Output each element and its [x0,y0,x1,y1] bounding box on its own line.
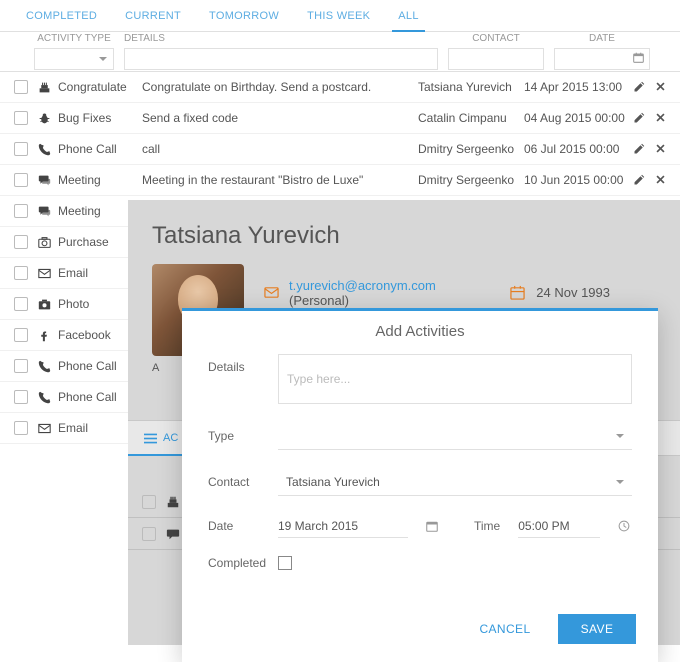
row-checkbox[interactable] [14,142,28,156]
tab-this-week[interactable]: THIS WEEK [293,0,384,31]
birthday-icon [38,81,58,94]
subtab-label: AC [163,432,178,444]
details-filter-input[interactable] [124,48,438,70]
activity-details: Meeting in the restaurant "Bistro de Lux… [142,173,418,187]
tab-all[interactable]: ALL [384,0,432,31]
activity-date: 14 Apr 2015 13:00 [524,80,630,94]
row-checkbox[interactable] [14,359,28,373]
row-checkbox[interactable] [14,328,28,342]
mail-icon [38,422,58,435]
row-checkbox[interactable] [14,111,28,125]
mail-icon [264,285,279,300]
birthday-icon [166,495,180,509]
activity-type: Bug Fixes [58,111,142,125]
email-note: (Personal) [289,293,349,308]
row-checkbox[interactable] [14,421,28,435]
activity-contact: Dmitry Sergeenko [418,173,524,187]
chat-icon [38,174,58,187]
table-row[interactable]: Bug FixesSend a fixed codeCatalin Cimpan… [0,103,680,134]
edit-icon[interactable] [633,143,645,155]
contact-dob: 24 Nov 1993 [536,285,610,300]
completed-label: Completed [208,556,278,570]
activity-contact: Catalin Cimpanu [418,111,524,125]
details-input[interactable] [278,354,632,404]
activity-details: Send a fixed code [142,111,418,125]
activity-details: call [142,142,418,156]
edit-icon[interactable] [633,112,645,124]
calendar-icon[interactable] [633,52,644,63]
activity-details: Congratulate on Birthday. Send a postcar… [142,80,418,94]
table-row[interactable]: Phone CallcallDmitry Sergeenko06 Jul 201… [0,134,680,165]
type-select[interactable] [278,422,632,450]
row-checkbox[interactable] [14,235,28,249]
activity-date: 06 Jul 2015 00:00 [524,142,630,156]
type-label: Type [208,429,278,443]
activity-type-select[interactable] [34,48,114,70]
bug-icon [38,112,58,125]
row-checkbox[interactable] [14,297,28,311]
contact-name: Tatsiana Yurevich [152,222,656,250]
phone-icon [38,143,58,156]
chat-icon [38,205,58,218]
contact-email[interactable]: t.yurevich@acronym.com [289,278,436,293]
save-button[interactable]: SAVE [558,614,636,644]
phone-icon [38,360,58,373]
tab-current[interactable]: CURRENT [111,0,195,31]
contact-label: Contact [208,475,278,489]
cancel-button[interactable]: CANCEL [466,614,544,644]
activity-type: Meeting [58,173,142,187]
tab-tomorrow[interactable]: TOMORROW [195,0,293,31]
time-label: Time [474,519,500,533]
contact-header: CONTACT [448,33,544,44]
row-checkbox[interactable] [142,527,156,541]
contact-filter-input[interactable] [448,48,544,70]
clock-icon[interactable] [618,520,630,532]
calendar-icon [510,285,526,300]
row-checkbox[interactable] [14,266,28,280]
table-row[interactable]: MeetingMeeting in the restaurant "Bistro… [0,165,680,196]
contact-select[interactable]: Tatsiana Yurevich [278,468,632,496]
phone-icon [38,391,58,404]
activity-date: 10 Jun 2015 00:00 [524,173,630,187]
delete-icon[interactable] [655,112,666,124]
facebook-icon [38,329,58,342]
add-activity-modal: Add Activities Details Type Contact Tats… [182,308,658,662]
row-checkbox[interactable] [14,204,28,218]
delete-icon[interactable] [655,174,666,186]
details-header: DETAILS [124,33,438,44]
activity-date: 04 Aug 2015 00:00 [524,111,630,125]
details-label: Details [208,354,278,374]
list-icon [144,432,157,445]
chat-icon [166,527,180,541]
filter-row: ACTIVITY TYPE DETAILS CONTACT DATE [0,32,680,72]
row-checkbox[interactable] [14,173,28,187]
delete-icon[interactable] [655,81,666,93]
time-input[interactable] [518,514,600,538]
activity-filter-tabs: COMPLETED CURRENT TOMORROW THIS WEEK ALL [0,0,680,32]
activity-contact: Dmitry Sergeenko [418,142,524,156]
delete-icon[interactable] [655,143,666,155]
camera-icon [38,236,58,249]
modal-title: Add Activities [182,311,658,354]
photo-icon [38,298,58,311]
date-label: Date [208,519,278,533]
activity-contact: Tatsiana Yurevich [418,80,524,94]
tab-completed[interactable]: COMPLETED [12,0,111,31]
edit-icon[interactable] [633,174,645,186]
edit-icon[interactable] [633,81,645,93]
row-checkbox[interactable] [14,80,28,94]
calendar-icon[interactable] [426,520,438,532]
completed-checkbox[interactable] [278,556,292,570]
activity-type: Phone Call [58,142,142,156]
table-row[interactable]: CongratulateCongratulate on Birthday. Se… [0,72,680,103]
row-checkbox[interactable] [142,495,156,509]
date-header: DATE [554,33,650,44]
activity-type-header: ACTIVITY TYPE [34,33,114,44]
mail-icon [38,267,58,280]
activity-type: Congratulate [58,80,142,94]
date-input[interactable] [278,514,408,538]
row-checkbox[interactable] [14,390,28,404]
